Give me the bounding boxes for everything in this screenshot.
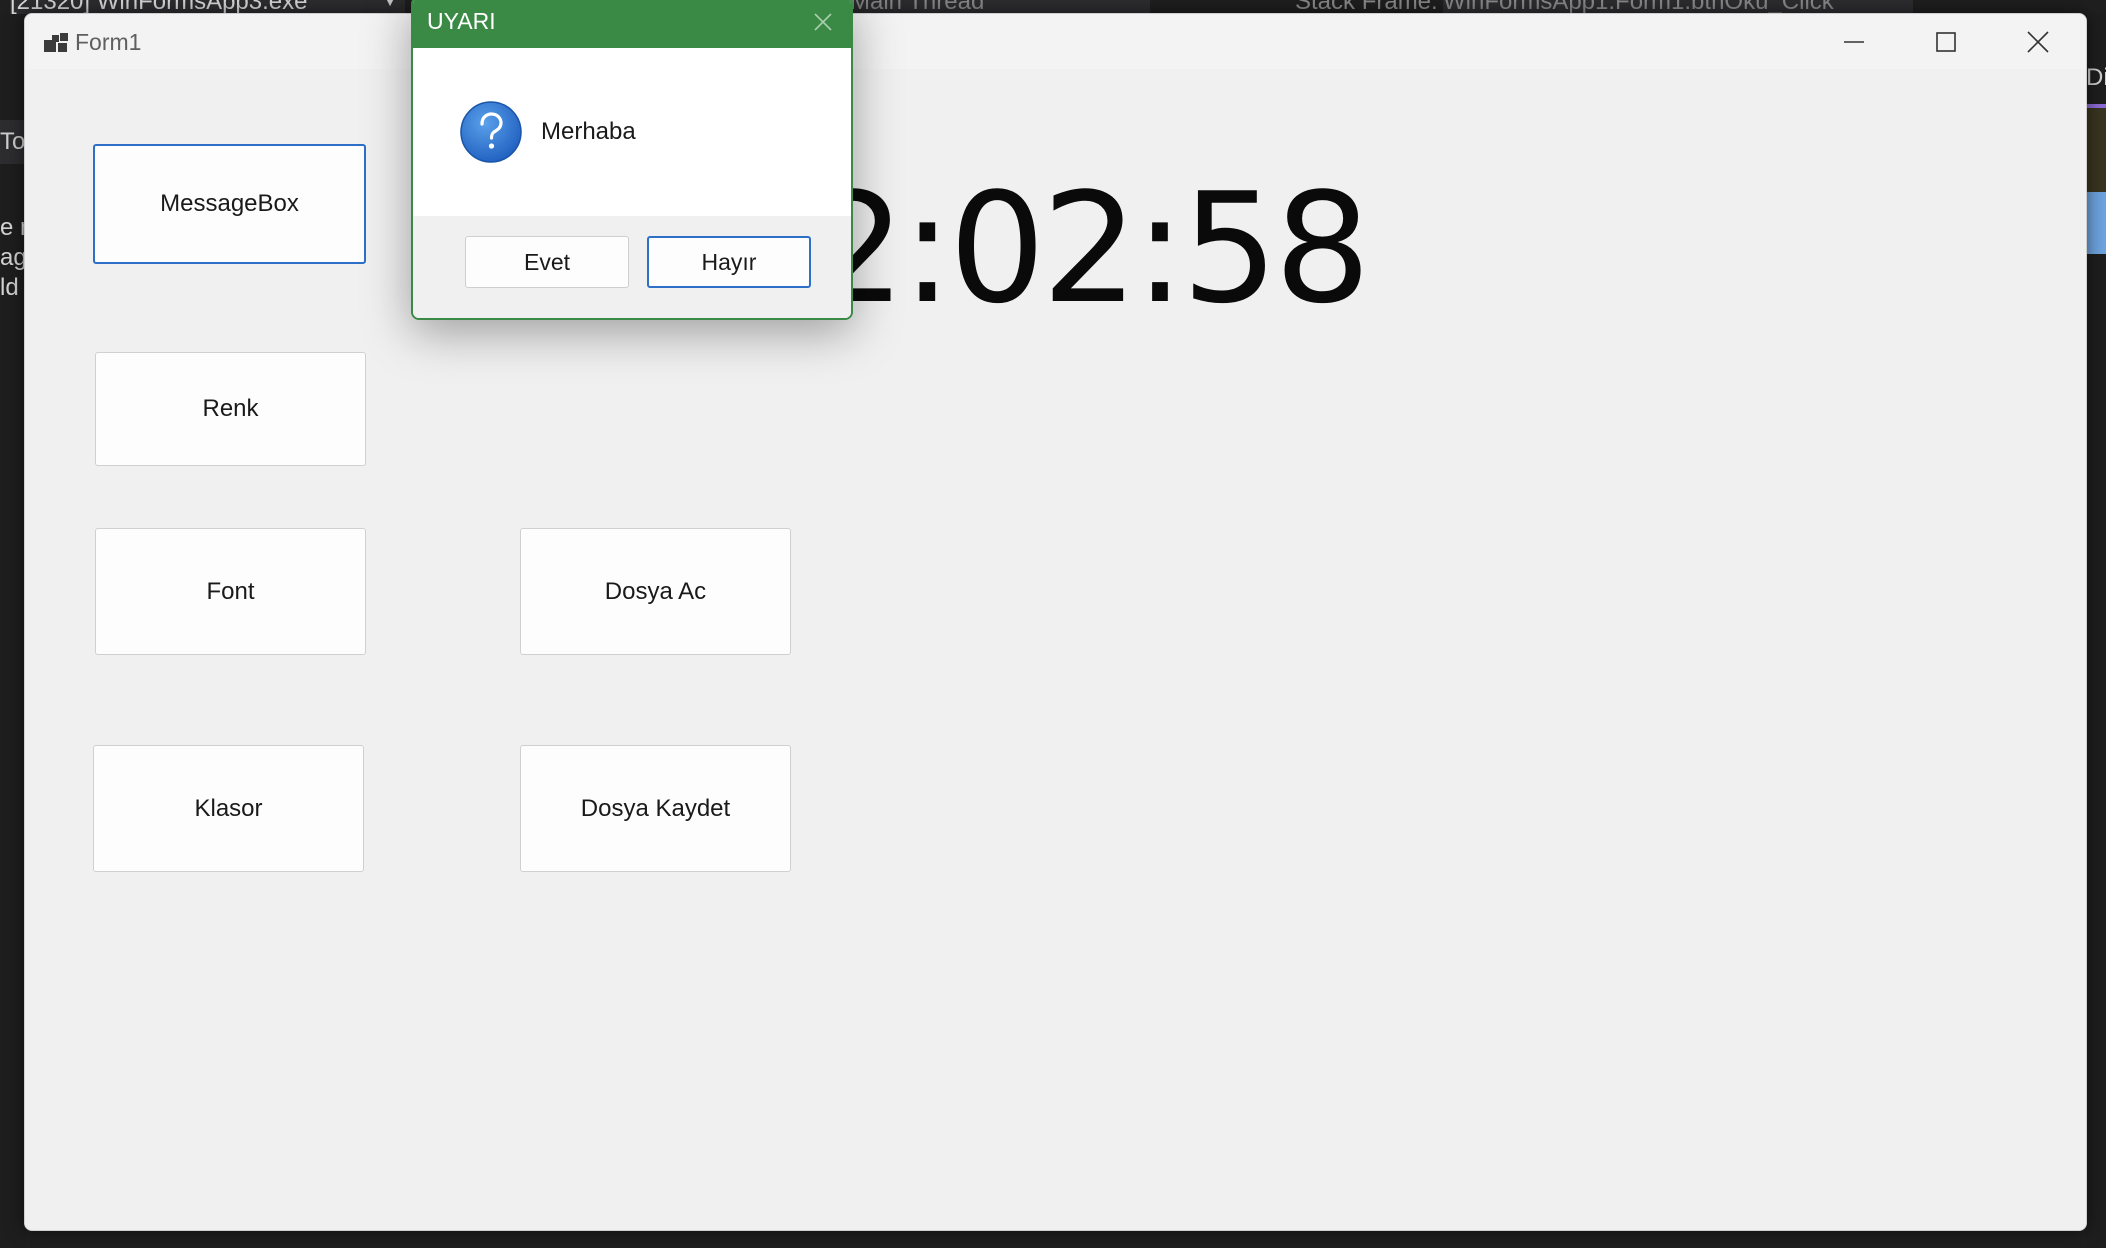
dosya-kaydet-button[interactable]: Dosya Kaydet: [520, 745, 791, 872]
hayir-button[interactable]: Hayır: [647, 236, 811, 288]
thread-dropdown[interactable]: Main Thread: [850, 0, 1150, 14]
dialog-message: Merhaba: [541, 118, 636, 145]
dialog-titlebar[interactable]: UYARI: [413, 0, 851, 48]
form1-window: Form1 MessageBox Renk Font Dosya Ac Klas…: [24, 13, 2087, 1231]
form-titlebar[interactable]: Form1: [25, 14, 2086, 69]
process-dropdown[interactable]: [21320] WinFormsApp3.exe ▼: [10, 0, 405, 14]
dialog-body: Merhaba: [413, 48, 851, 216]
right-panel-header: [2086, 104, 2106, 198]
minimize-button[interactable]: [1808, 14, 1900, 69]
evet-button[interactable]: Evet: [465, 236, 629, 288]
dosya-ac-button[interactable]: Dosya Ac: [520, 528, 791, 655]
stack-frame-label: Stack Frame:: [1295, 0, 1438, 14]
messagebox-button[interactable]: MessageBox: [93, 144, 366, 264]
close-button[interactable]: [1992, 14, 2084, 69]
font-button[interactable]: Font: [95, 528, 366, 655]
renk-button[interactable]: Renk: [95, 352, 366, 466]
form-client-area: MessageBox Renk Font Dosya Ac Klasor Dos…: [25, 69, 2086, 1230]
ide-toolbar: [21320] WinFormsApp3.exe ▼ Main Thread S…: [0, 0, 2106, 14]
close-icon: [2027, 30, 2049, 53]
uyari-dialog: UYARI Merhaba Evet Hayır: [411, 0, 853, 320]
ide-left-panel: Toolbox e n ag ld: [0, 14, 26, 1248]
chevron-down-icon: ▼: [383, 0, 397, 9]
code-line: ag: [0, 244, 26, 271]
toolbox-tab[interactable]: Toolbox: [0, 120, 26, 164]
process-label: [21320] WinFormsApp3.exe: [10, 0, 308, 14]
form-app-icon: [44, 33, 68, 52]
code-line: e n: [0, 214, 26, 241]
dialog-title: UYARI: [427, 8, 496, 34]
stack-frame-value: WinFormsApp1.Form1.btnOku_Click: [1443, 0, 1834, 14]
maximize-icon: [1936, 31, 1956, 52]
ide-right-panel: Dia: [2086, 14, 2106, 1248]
stack-frame-dropdown[interactable]: WinFormsApp1.Form1.btnOku_Click: [1443, 0, 1913, 14]
maximize-button[interactable]: [1900, 14, 1992, 69]
dialog-footer: Evet Hayır: [413, 216, 851, 318]
scrollbar-thumb[interactable]: [2086, 192, 2106, 254]
klasor-button[interactable]: Klasor: [93, 745, 364, 872]
right-tab[interactable]: Dia: [2086, 64, 2106, 94]
thread-label: Main Thread: [850, 0, 985, 14]
code-line: ld: [0, 274, 19, 301]
form-title: Form1: [75, 29, 142, 55]
close-icon[interactable]: [809, 8, 837, 36]
question-icon: [460, 101, 522, 163]
clock-label: 2:02:58: [809, 160, 1371, 337]
minimize-icon: [1844, 40, 1864, 43]
